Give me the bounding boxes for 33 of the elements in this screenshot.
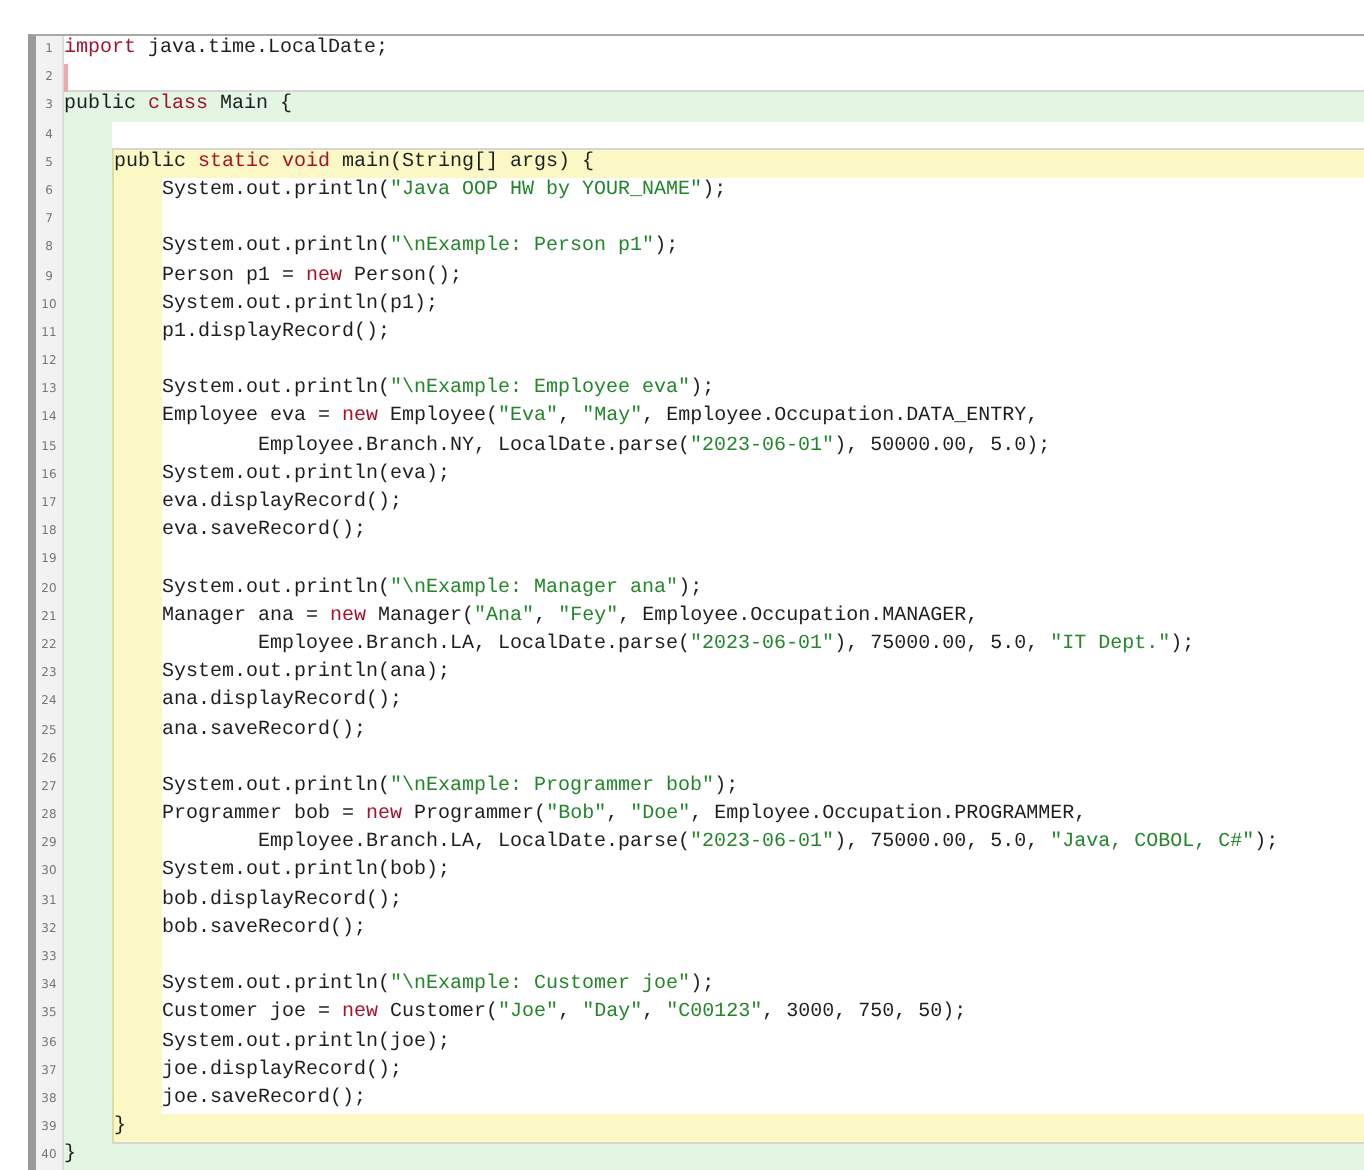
code-line: Employee.Branch.LA, LocalDate.parse("2023-06-01"), 75000.00, 5.0, "IT Dept."); (258, 631, 1195, 660)
code-line: System.out.println("Java OOP HW by YOUR_NAME"); (162, 177, 727, 206)
code-line: import java.time.LocalDate; (64, 36, 389, 64)
code-line: System.out.println(bob); (162, 858, 451, 887)
code-line: System.out.println(eva); (162, 461, 451, 490)
code-line: eva.displayRecord(); (162, 490, 403, 518)
code-line: Person p1 = new Person(); (162, 263, 463, 291)
code-line: eva.saveRecord(); (162, 518, 367, 547)
code-line: ana.displayRecord(); (162, 688, 403, 717)
code-line: System.out.println("\nExample: Programmer bob"); (162, 773, 739, 802)
code-line: Employee eva = new Employee("Eva", "May", Employee.Occupation.DATA_ENTRY, (162, 404, 1039, 433)
code-line: Programmer bob = new Programmer("Bob", "Doe", Employee.Occupation.PROGRAMMER, (162, 802, 1087, 831)
code-line: joe.saveRecord(); (162, 1085, 367, 1114)
code-line: bob.displayRecord(); (162, 887, 403, 916)
code-line: ana.saveRecord(); (162, 717, 367, 745)
code-line: System.out.println(p1); (162, 291, 439, 320)
code-line: Manager ana = new Manager("Ana", "Fey", Employee.Occupation.MANAGER, (162, 603, 979, 632)
code-line: p1.displayRecord(); (162, 319, 391, 348)
code-line: public class Main { (64, 92, 293, 121)
code-line: Employee.Branch.LA, LocalDate.parse("2023-06-01"), 75000.00, 5.0, "Java, COBOL, C#"); (258, 830, 1279, 859)
code-line: System.out.println("\nExample: Customer joe"); (162, 972, 715, 1001)
code-line: System.out.println("\nExample: Employee eva"); (162, 376, 715, 405)
code-line: System.out.println("\nExample: Manager ana"); (162, 575, 703, 604)
code-line: Customer joe = new Customer("Joe", "Day", "C00123", 3000, 750, 50); (162, 1000, 967, 1029)
code-line: System.out.println(joe); (162, 1029, 451, 1058)
code-line: Employee.Branch.NY, LocalDate.parse("2023-06-01"), 50000.00, 5.0); (258, 433, 1051, 462)
code-line: } (64, 1142, 77, 1170)
code-line: bob.saveRecord(); (162, 915, 367, 944)
code-line: } (114, 1114, 127, 1143)
code-line: System.out.println(ana); (162, 660, 451, 689)
code-line: public static void main(String[] args) { (114, 149, 595, 178)
code-line: joe.displayRecord(); (162, 1057, 403, 1086)
code-line: System.out.println("\nExample: Person p1"); (162, 234, 679, 263)
